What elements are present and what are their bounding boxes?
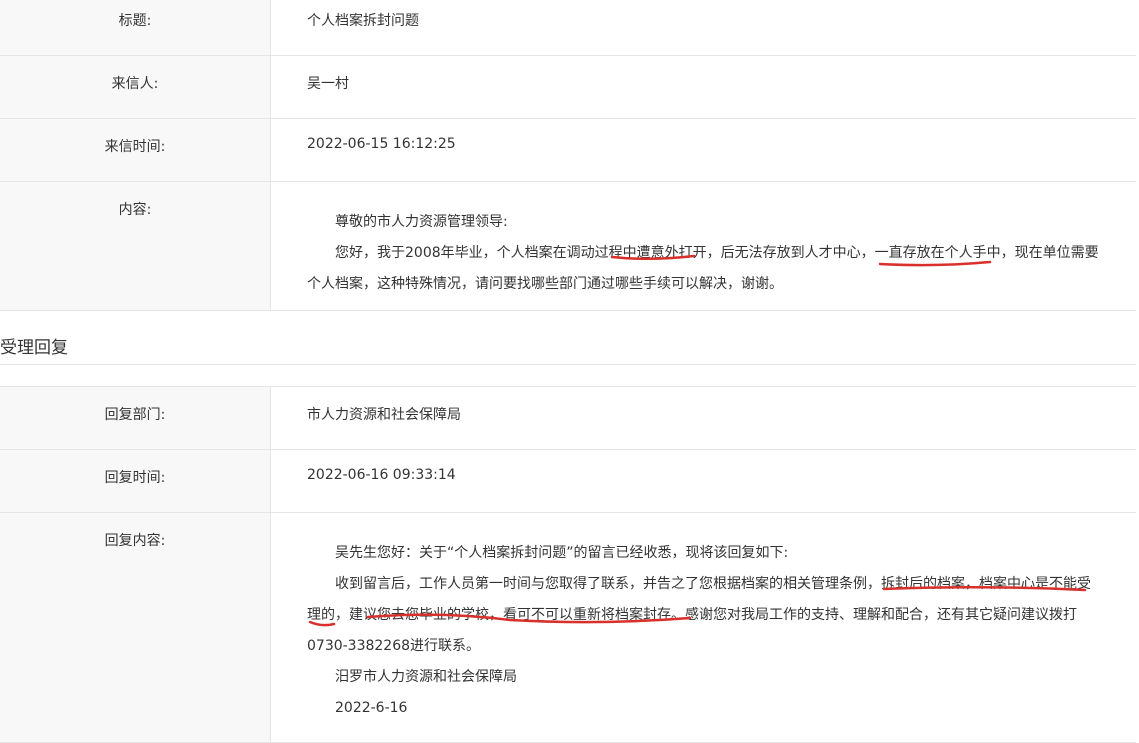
content-label: 内容:: [0, 181, 271, 311]
sender-label: 来信人:: [0, 55, 271, 119]
content-body: 您好，我于2008年毕业，个人档案在调动过程中遭意外打开，后无法存放到人才中心，…: [307, 245, 1099, 292]
title-row: 标题: 个人档案拆封问题: [0, 0, 1136, 56]
reply-greeting: 吴先生您好：关于“个人档案拆封问题”的留言已经收悉，现将该回复如下:: [335, 545, 789, 561]
sender-row: 来信人: 吴一村: [0, 55, 1136, 119]
reply-content-row: 回复内容: 吴先生您好：关于“个人档案拆封问题”的留言已经收悉，现将该回复如下:…: [0, 512, 1136, 743]
reply-table: 回复部门: 市人力资源和社会保障局 回复时间: 2022-06-16 09:33…: [0, 386, 1136, 743]
reply-dept-row: 回复部门: 市人力资源和社会保障局: [0, 386, 1136, 450]
letter-table: 标题: 个人档案拆封问题 来信人: 吴一村 来信时间: 2022-06-15 1…: [0, 0, 1136, 311]
reply-section-title: 受理回复: [0, 334, 1136, 365]
content-row: 内容: 尊敬的市人力资源管理领导: 您好，我于2008年毕业，个人档案在调动过程…: [0, 181, 1136, 311]
reply-dept-value: 市人力资源和社会保障局: [270, 386, 1136, 450]
reply-time-value: 2022-06-16 09:33:14: [270, 449, 1136, 513]
reply-date: 2022-6-16: [335, 700, 408, 716]
title-label: 标题:: [0, 0, 271, 56]
time-label: 来信时间:: [0, 118, 271, 182]
reply-time-label: 回复时间:: [0, 449, 271, 513]
reply-content-value: 吴先生您好：关于“个人档案拆封问题”的留言已经收悉，现将该回复如下: 收到留言后…: [270, 512, 1136, 743]
time-row: 来信时间: 2022-06-15 16:12:25: [0, 118, 1136, 182]
reply-body: 收到留言后，工作人员第一时间与您取得了联系，并告之了您根据档案的相关管理条例，拆…: [307, 576, 1091, 654]
content-greeting: 尊敬的市人力资源管理领导:: [335, 214, 508, 230]
reply-signature: 汨罗市人力资源和社会保障局: [335, 669, 517, 685]
sender-value: 吴一村: [270, 55, 1136, 119]
title-value: 个人档案拆封问题: [270, 0, 1136, 56]
reply-time-row: 回复时间: 2022-06-16 09:33:14: [0, 449, 1136, 513]
reply-dept-label: 回复部门:: [0, 386, 271, 450]
time-value: 2022-06-15 16:12:25: [270, 118, 1136, 182]
reply-content-label: 回复内容:: [0, 512, 271, 743]
content-value: 尊敬的市人力资源管理领导: 您好，我于2008年毕业，个人档案在调动过程中遭意外…: [270, 181, 1136, 311]
